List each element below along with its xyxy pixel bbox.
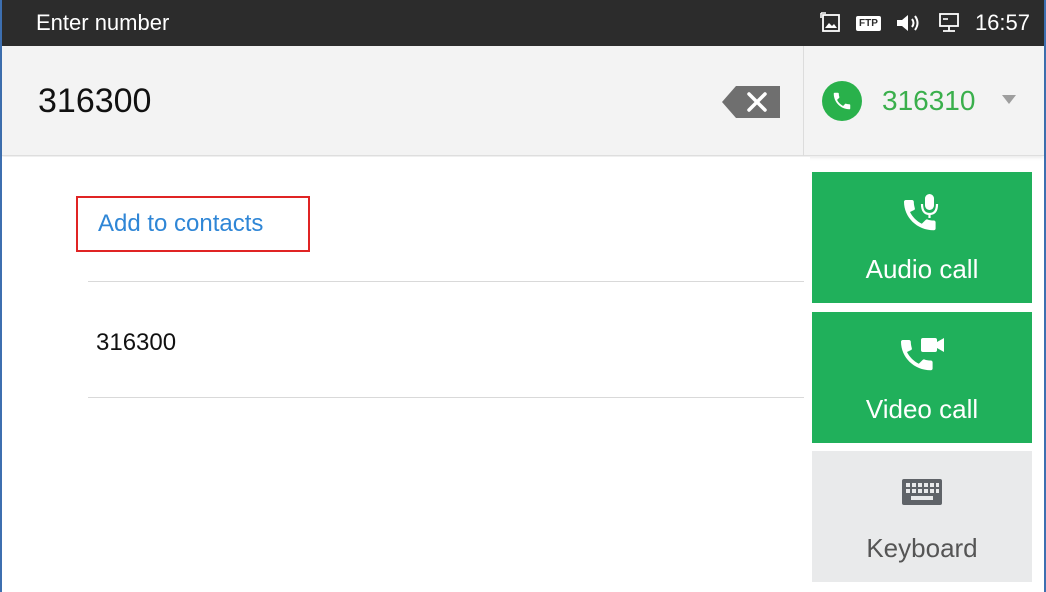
- video-call-button[interactable]: Video call: [812, 312, 1032, 443]
- suggestions-panel: Add to contacts 316300: [2, 157, 810, 592]
- ftp-icon: FTP: [856, 15, 881, 31]
- audio-call-label: Audio call: [865, 254, 979, 284]
- list-divider: [88, 397, 804, 398]
- screenshot-icon: [820, 12, 842, 34]
- keyboard-button[interactable]: Keyboard: [812, 451, 1032, 582]
- keyboard-icon: [901, 471, 943, 515]
- account-number: 316310: [882, 85, 976, 116]
- volume-icon: [895, 12, 923, 34]
- chevron-down-icon: [1001, 92, 1017, 110]
- network-icon: [937, 12, 961, 34]
- backspace-icon: [722, 86, 780, 118]
- dialed-number-field[interactable]: 316300: [38, 46, 151, 156]
- audio-call-icon: [900, 192, 944, 236]
- video-call-icon: [897, 332, 947, 376]
- account-selector[interactable]: 316310: [822, 80, 1017, 122]
- clock: 16:57: [974, 10, 1030, 35]
- input-divider: [803, 46, 804, 156]
- phone-icon: [822, 81, 862, 121]
- list-item[interactable]: 316300: [88, 282, 804, 396]
- audio-call-button[interactable]: Audio call: [812, 172, 1032, 303]
- add-to-contacts-link[interactable]: Add to contacts: [76, 196, 310, 252]
- backspace-button[interactable]: [720, 84, 784, 120]
- status-icons: FTP 16:57: [820, 0, 1030, 46]
- video-call-label: Video call: [865, 394, 979, 424]
- status-bar: Enter number FTP 16:57: [2, 0, 1044, 46]
- matched-number: 316300: [96, 329, 177, 356]
- keyboard-label: Keyboard: [866, 533, 978, 563]
- number-input-bar: 316300 316310: [2, 46, 1044, 156]
- screen-title: Enter number: [36, 10, 170, 35]
